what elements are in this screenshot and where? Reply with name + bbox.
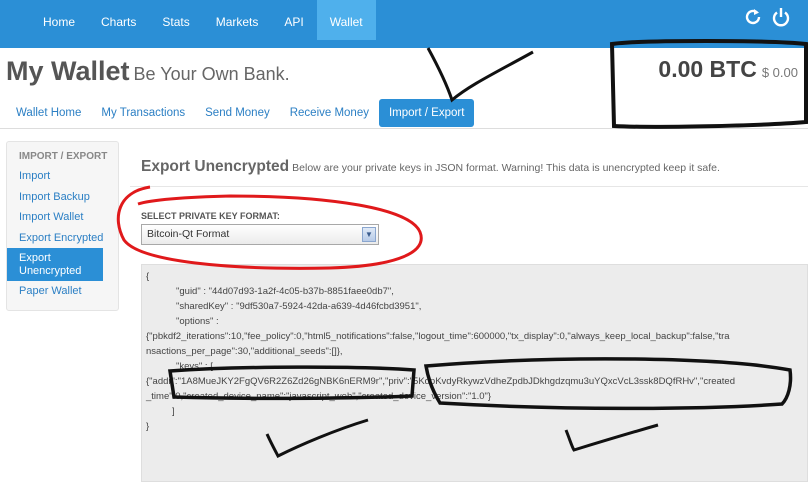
json-line: }	[146, 421, 150, 432]
nav-wallet[interactable]: Wallet	[316, 0, 376, 40]
balance-box	[609, 39, 808, 129]
checkmark-top	[426, 47, 534, 103]
export-heading: Export Unencrypted Below are your private…	[141, 158, 720, 176]
top-icons	[742, 6, 792, 28]
json-line: "options" :	[176, 316, 219, 327]
json-line: {"pbkdf2_iterations":10,"fee_policy":0,"…	[146, 331, 730, 342]
json-line: "keys" : [	[176, 361, 213, 372]
sidebar-item-export-encrypted[interactable]: Export Encrypted	[7, 228, 118, 249]
tab-send-money[interactable]: Send Money	[195, 99, 280, 127]
tab-wallet-home[interactable]: Wallet Home	[6, 99, 91, 127]
tab-my-transactions[interactable]: My Transactions	[91, 99, 195, 127]
chevron-down-icon[interactable]: ▼	[362, 227, 376, 242]
json-line: "sharedKey" : "9df530a7-5924-42da-a639-4…	[176, 301, 422, 312]
sidebar-item-import[interactable]: Import	[7, 166, 118, 187]
power-icon[interactable]	[770, 6, 792, 28]
key-format-select[interactable]: Bitcoin-Qt Format ▼	[141, 224, 379, 245]
nav-charts[interactable]: Charts	[88, 0, 149, 40]
export-description: Below are your private keys in JSON form…	[292, 162, 720, 174]
sidebar-heading: IMPORT / EXPORT	[19, 151, 108, 162]
top-navbar: Home Charts Stats Markets API Wallet	[0, 0, 808, 48]
json-line: ]	[172, 406, 175, 417]
sidebar-item-paper-wallet[interactable]: Paper Wallet	[7, 281, 118, 302]
export-title: Export Unencrypted	[141, 158, 290, 175]
tab-receive-money[interactable]: Receive Money	[280, 99, 379, 127]
nav-home[interactable]: Home	[30, 0, 88, 40]
wallet-tabs: Wallet Home My Transactions Send Money R…	[6, 99, 475, 127]
tab-import-export[interactable]: Import / Export	[378, 99, 475, 127]
main-nav: Home Charts Stats Markets API Wallet	[30, 0, 376, 40]
json-line: "guid" : "44d07d93-1a2f-4c05-b37b-8851fa…	[176, 286, 394, 297]
nav-api[interactable]: API	[271, 0, 316, 40]
wallet-title: My Wallet	[6, 56, 130, 86]
sidebar-item-import-backup[interactable]: Import Backup	[7, 187, 118, 208]
sidebar: IMPORT / EXPORT Import Import Backup Imp…	[6, 141, 119, 311]
key-format-value: Bitcoin-Qt Format	[147, 228, 230, 240]
tab-divider	[0, 128, 808, 129]
json-line: _time":0,"created_device_name":"javascri…	[146, 391, 492, 402]
balance-display: 0.00 BTC $ 0.00	[658, 56, 798, 83]
section-divider	[130, 186, 808, 187]
refresh-icon[interactable]	[742, 6, 764, 28]
nav-markets[interactable]: Markets	[203, 0, 272, 40]
sidebar-item-export-unencrypted[interactable]: Export Unencrypted	[7, 248, 103, 281]
sidebar-item-import-wallet[interactable]: Import Wallet	[7, 207, 118, 228]
page-title: My Wallet Be Your Own Bank.	[6, 56, 290, 87]
format-label: SELECT PRIVATE KEY FORMAT:	[141, 211, 280, 221]
json-line: {	[146, 271, 150, 282]
wallet-subtitle: Be Your Own Bank.	[133, 64, 290, 84]
nav-stats[interactable]: Stats	[149, 0, 202, 40]
json-line: {"addr":"1A8MueJKY2FgQV6R2Z6Zd26gNBK6nER…	[146, 376, 735, 387]
usd-balance: $ 0.00	[761, 65, 798, 80]
btc-balance: 0.00 BTC	[658, 56, 757, 82]
json-output[interactable]: { "guid" : "44d07d93-1a2f-4c05-b37b-8851…	[141, 264, 808, 482]
json-line: nsactions_per_page":30,"additional_seeds…	[146, 346, 343, 357]
